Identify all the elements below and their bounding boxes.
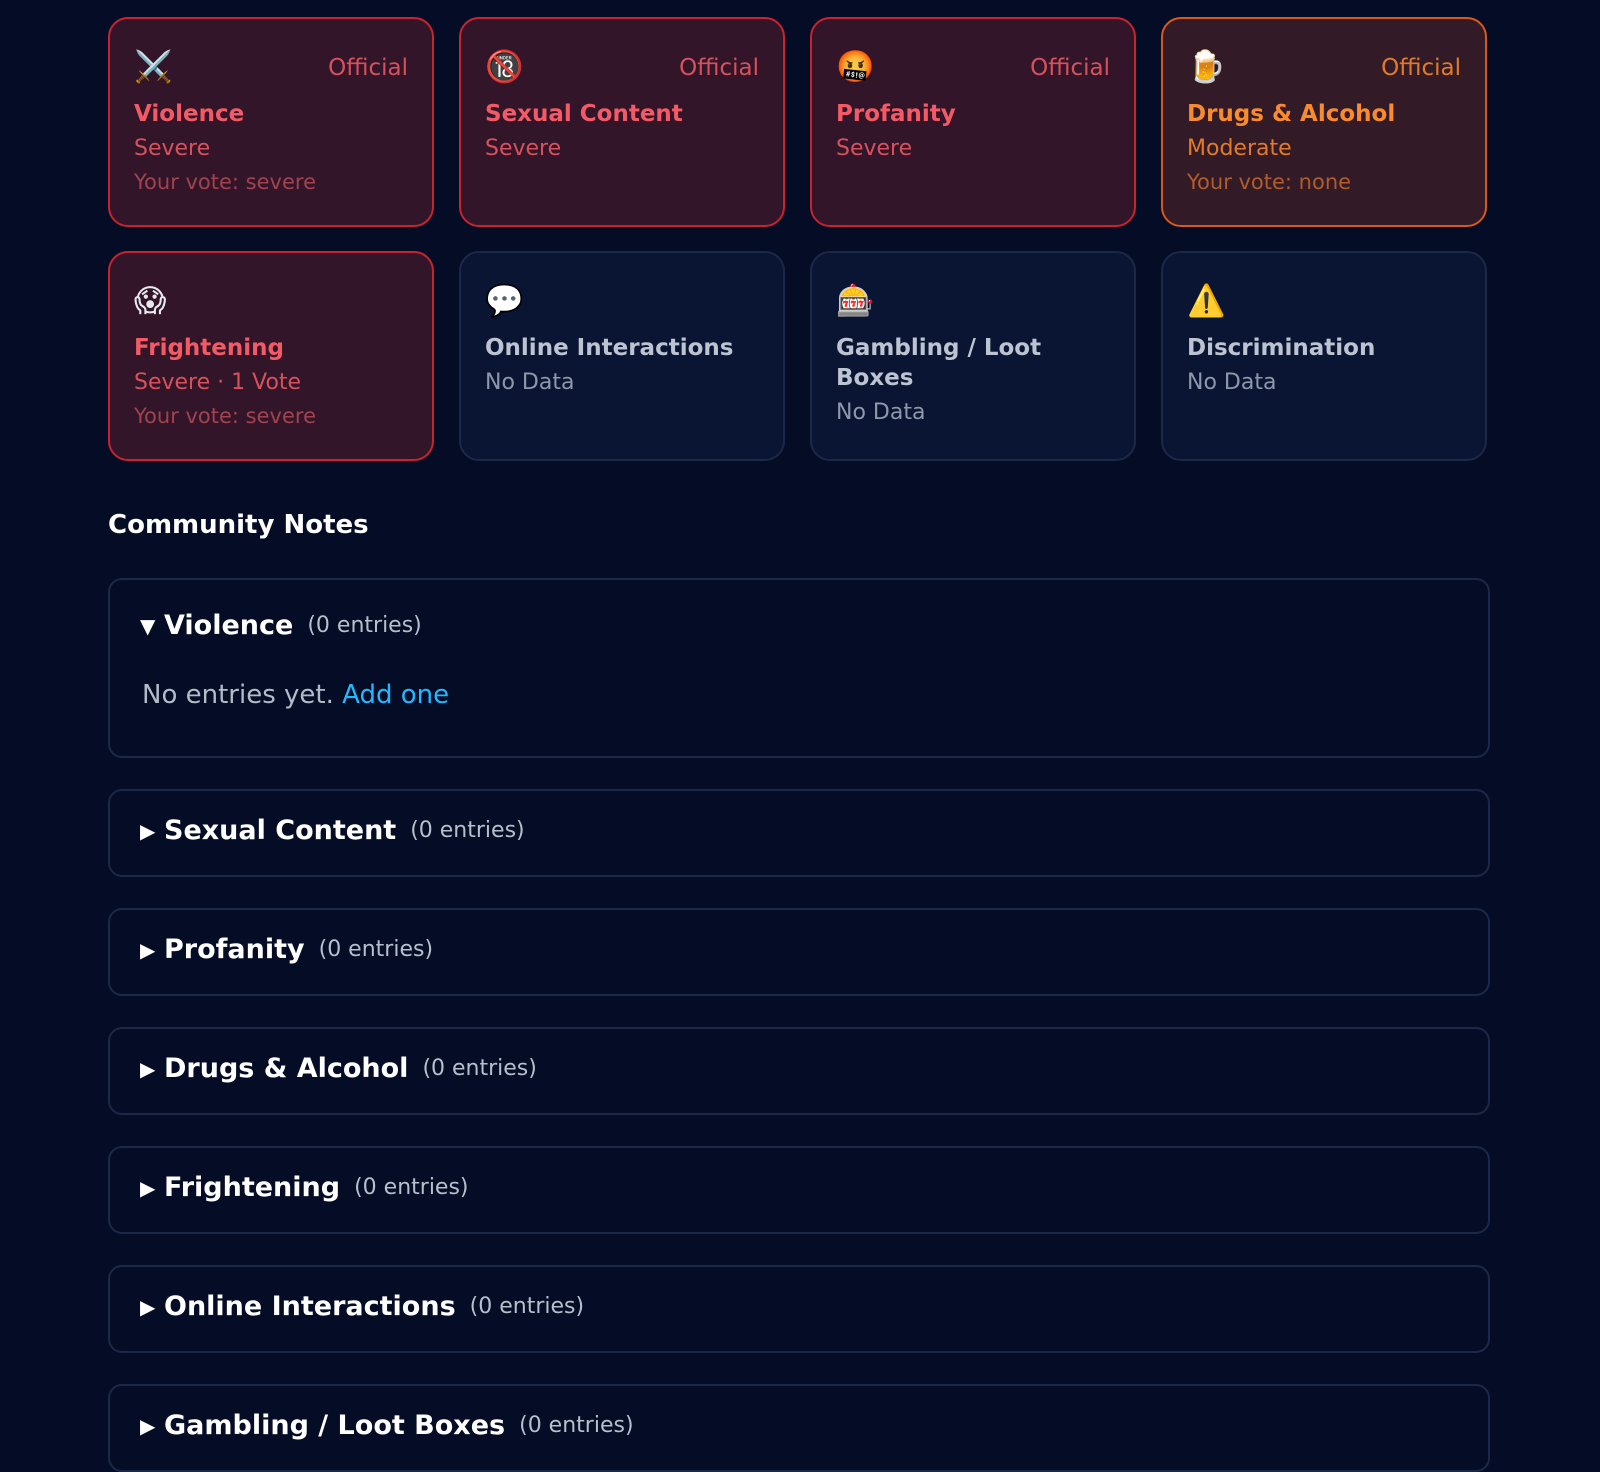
card-severity: Severe · 1 Vote: [134, 370, 302, 395]
official-label: Official: [328, 55, 408, 81]
community-notes-heading: Community Notes: [108, 510, 369, 540]
empty-notes-text: No entries yet.: [142, 680, 334, 710]
official-label: Official: [679, 55, 759, 81]
note-section-violence: ▼ Violence (0 entries) No entries yet. A…: [108, 578, 1490, 758]
note-section-header[interactable]: ▶ Profanity (0 entries): [140, 934, 433, 965]
card-user-vote: Your vote: none: [1187, 170, 1352, 194]
caret-right-icon: ▶: [140, 818, 156, 843]
screaming-face-icon: 😱: [134, 283, 167, 319]
note-section-sexual-content: ▶ Sexual Content (0 entries): [108, 789, 1490, 877]
rating-card-violence[interactable]: ⚔️ Official Violence Severe Your vote: s…: [108, 17, 434, 227]
speech-bubble-icon: 💬: [485, 283, 524, 319]
card-severity: No Data: [485, 370, 575, 395]
rating-cards-row-1: ⚔️ Official Violence Severe Your vote: s…: [108, 17, 1490, 227]
official-label: Official: [1030, 55, 1110, 81]
note-section-header[interactable]: ▶ Gambling / Loot Boxes (0 entries): [140, 1410, 634, 1441]
card-severity: Moderate: [1187, 136, 1292, 161]
note-section-title: Violence: [164, 610, 294, 641]
empty-notes-message: No entries yet. Add one: [142, 680, 449, 710]
note-entry-count: (0 entries): [318, 937, 434, 962]
note-section-profanity: ▶ Profanity (0 entries): [108, 908, 1490, 996]
rating-card-online-interactions[interactable]: 💬 Online Interactions No Data: [459, 251, 785, 461]
slot-machine-icon: 🎰: [836, 283, 875, 319]
note-entry-count: (0 entries): [307, 613, 422, 638]
card-title: Discrimination: [1187, 335, 1376, 361]
add-note-link[interactable]: Add one: [342, 680, 449, 710]
note-section-title: Gambling / Loot Boxes: [164, 1410, 506, 1441]
caret-right-icon: ▶: [140, 1175, 156, 1200]
card-title: Frightening: [134, 335, 284, 361]
rating-card-gambling[interactable]: 🎰 Gambling / Loot Boxes No Data: [810, 251, 1136, 461]
card-title: Sexual Content: [485, 101, 683, 127]
card-title: Drugs & Alcohol: [1187, 101, 1396, 127]
note-entry-count: (0 entries): [422, 1056, 537, 1081]
warning-icon: ⚠️: [1187, 283, 1226, 319]
card-user-vote: Your vote: severe: [134, 170, 316, 194]
card-title: Online Interactions: [485, 335, 734, 361]
caret-right-icon: ▶: [140, 1413, 156, 1438]
card-user-vote: Your vote: severe: [134, 404, 316, 428]
note-section-header[interactable]: ▶ Drugs & Alcohol (0 entries): [140, 1053, 537, 1084]
note-entry-count: (0 entries): [410, 818, 525, 843]
card-title: Profanity: [836, 101, 956, 127]
note-entry-count: (0 entries): [519, 1413, 634, 1438]
card-severity: No Data: [1187, 370, 1277, 395]
note-section-drugs-alcohol: ▶ Drugs & Alcohol (0 entries): [108, 1027, 1490, 1115]
note-section-title: Profanity: [164, 934, 305, 965]
note-section-frightening: ▶ Frightening (0 entries): [108, 1146, 1490, 1234]
note-section-online-interactions: ▶ Online Interactions (0 entries): [108, 1265, 1490, 1353]
card-severity: No Data: [836, 400, 926, 425]
caret-right-icon: ▶: [140, 937, 156, 962]
rating-card-discrimination[interactable]: ⚠️ Discrimination No Data: [1161, 251, 1487, 461]
rating-card-frightening[interactable]: 😱 Frightening Severe · 1 Vote Your vote:…: [108, 251, 434, 461]
note-section-header[interactable]: ▶ Online Interactions (0 entries): [140, 1291, 584, 1322]
note-section-title: Sexual Content: [164, 815, 397, 846]
rating-cards-row-2: 😱 Frightening Severe · 1 Vote Your vote:…: [108, 251, 1490, 461]
note-section-title: Drugs & Alcohol: [164, 1053, 409, 1084]
official-label: Official: [1381, 55, 1461, 81]
note-section-title: Frightening: [164, 1172, 341, 1203]
note-section-gambling: ▶ Gambling / Loot Boxes (0 entries): [108, 1384, 1490, 1472]
note-section-title: Online Interactions: [164, 1291, 456, 1322]
note-entry-count: (0 entries): [354, 1175, 469, 1200]
note-section-header[interactable]: ▶ Sexual Content (0 entries): [140, 815, 525, 846]
rating-card-profanity[interactable]: 🤬 Official Profanity Severe: [810, 17, 1136, 227]
card-severity: Severe: [134, 136, 211, 161]
rating-card-drugs-alcohol[interactable]: 🍺 Official Drugs & Alcohol Moderate Your…: [1161, 17, 1487, 227]
note-entry-count: (0 entries): [469, 1294, 585, 1319]
card-title: Gambling / Loot Boxes: [836, 335, 1042, 391]
card-title: Violence: [134, 101, 245, 127]
card-severity: Severe: [485, 136, 562, 161]
caret-down-icon: ▼: [140, 613, 156, 638]
caret-right-icon: ▶: [140, 1056, 156, 1081]
card-severity: Severe: [836, 136, 913, 161]
note-section-header[interactable]: ▶ Frightening (0 entries): [140, 1172, 469, 1203]
rating-card-sexual-content[interactable]: 🔞 Official Sexual Content Severe: [459, 17, 785, 227]
caret-right-icon: ▶: [140, 1294, 156, 1319]
note-section-header[interactable]: ▼ Violence (0 entries): [140, 610, 422, 641]
